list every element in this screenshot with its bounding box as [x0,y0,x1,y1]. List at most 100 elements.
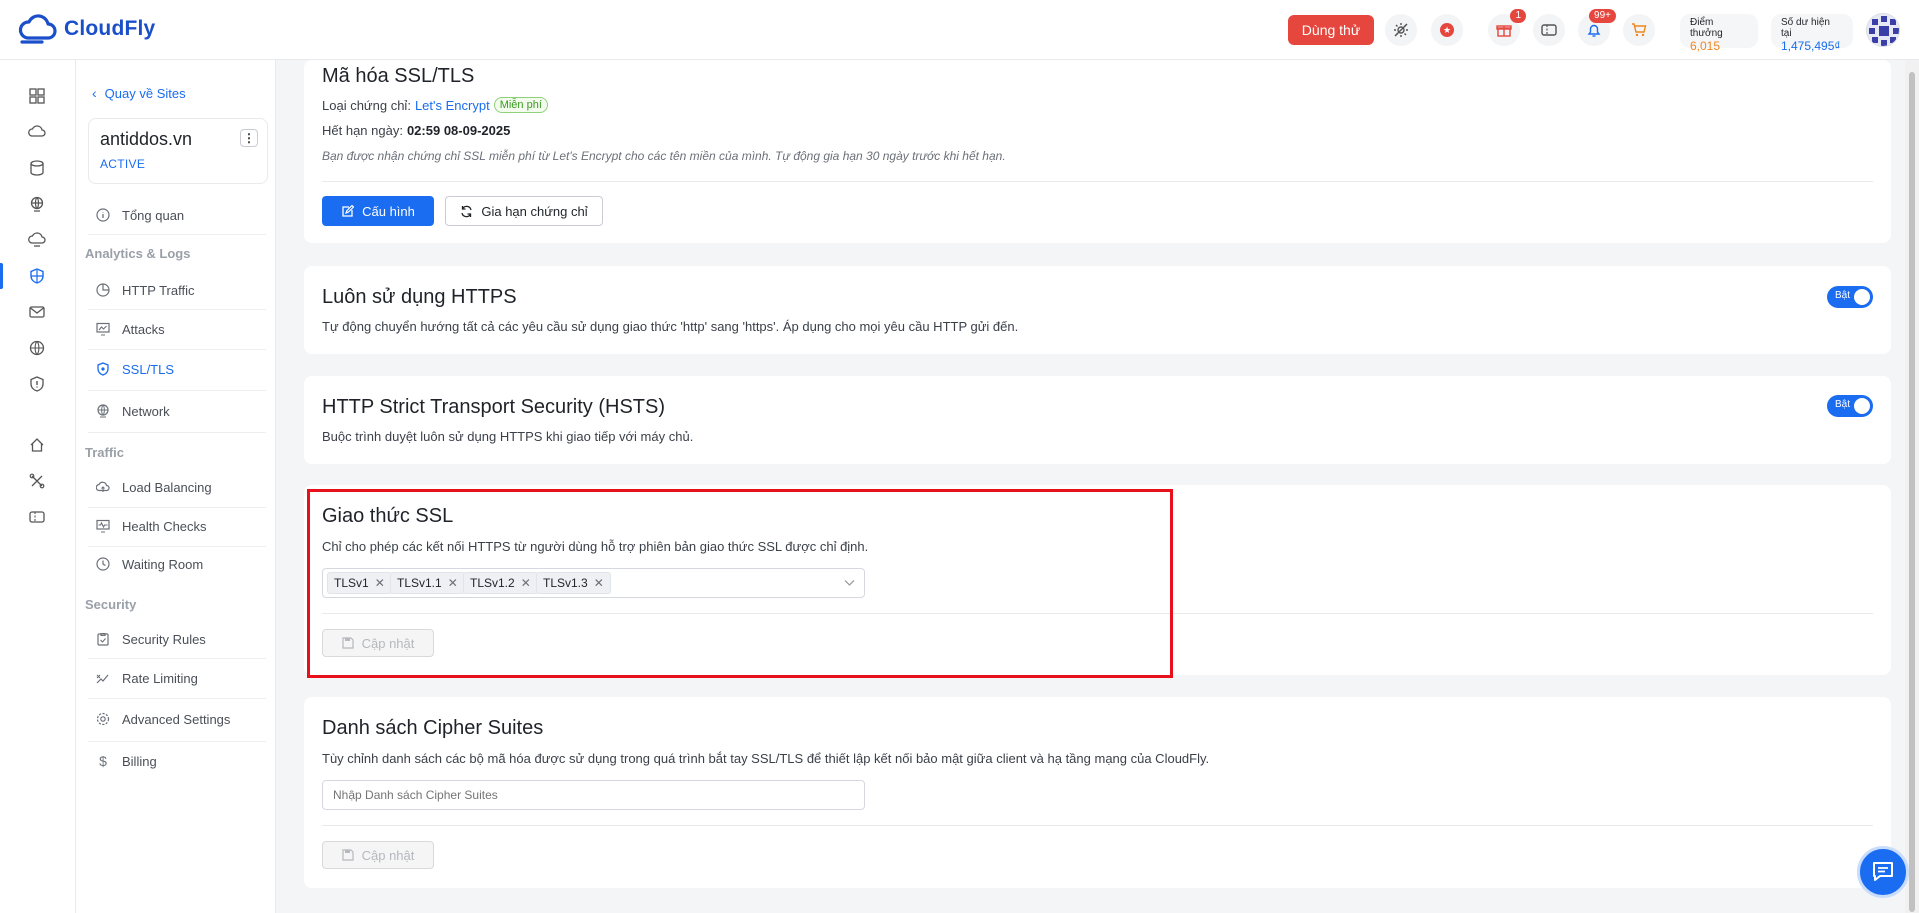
database-icon[interactable] [26,157,48,179]
toggle-label: Bật [1835,399,1851,410]
balance-value: 1,475,495₫ [1781,39,1841,53]
cart-icon[interactable] [1623,14,1655,46]
hsts-card-title: HTTP Strict Transport Security (HSTS) [322,396,666,418]
renew-certificate-button[interactable]: Gia hạn chứng chỉ [445,196,603,226]
shield-globe-icon[interactable] [26,265,48,287]
cdn-cloud-icon[interactable] [26,229,48,251]
bell-icon[interactable]: 99+ [1578,9,1616,46]
user-avatar[interactable] [1866,13,1900,47]
cipher-update-button[interactable]: Cập nhật [322,841,434,869]
hsts-card: HTTP Strict Transport Security (HSTS) Bu… [304,376,1891,464]
always-https-toggle[interactable]: Bật [1827,286,1873,308]
update-label: Cập nhật [361,847,415,863]
site-name: antiddos.vn [100,129,193,149]
chat-bubble-icon [1873,862,1893,881]
sidebar-item-label: SSL/TLS [122,361,175,377]
sidebar-item-attacks[interactable]: Attacks [88,310,266,348]
reward-points[interactable]: Điểm thưởng 6,015 [1680,14,1758,53]
configure-button[interactable]: Cấu hình [322,196,434,226]
rate-limit-icon [96,674,109,684]
notification-badge: 99+ [1589,9,1616,23]
toggle-label: Bật [1835,290,1851,301]
sidebar-item-rate-limiting[interactable]: Rate Limiting [88,659,266,697]
hsts-toggle[interactable]: Bật [1827,395,1873,417]
expiry-row: Hết hạn ngày: 02:59 08-09-2025 [322,123,510,138]
expiry-label: Hết hạn ngày: [322,123,403,138]
refresh-icon [461,205,472,217]
trial-button[interactable]: Dùng thử [1288,15,1374,45]
sidebar-item-http-traffic[interactable]: HTTP Traffic [88,271,266,309]
expiry-value: 02:59 08-09-2025 [406,123,511,138]
cert-type-label: Loại chứng chỉ: [322,97,411,113]
status-dot-icon[interactable]: ★ [1431,14,1463,46]
tools-icon[interactable] [26,470,48,492]
sidebar-item-label: Network [122,403,170,419]
sidebar-item-load-balancing[interactable]: Load Balancing [88,468,266,506]
sidebar-item-waiting-room[interactable]: Waiting Room [88,545,266,583]
toggle-knob [1854,398,1870,414]
cipher-suites-input[interactable] [322,780,865,810]
chevron-left-icon: ‹ [92,85,97,101]
nav-divider [88,698,266,699]
toggle-knob [1854,289,1870,305]
info-icon [96,208,110,222]
cipher-card-title: Danh sách Cipher Suites [322,717,544,739]
ticket-icon[interactable] [1533,14,1565,46]
cloudfly-logo[interactable]: CloudFly [18,14,155,44]
cloud-server-icon[interactable] [26,121,48,143]
globe-icon[interactable] [26,193,48,215]
configure-label: Cấu hình [362,203,415,219]
back-to-sites-link[interactable]: ‹ Quay về Sites [92,85,186,101]
sidebar-item-ssl-tls[interactable]: SSL/TLS [88,350,266,388]
sidebar-item-health-checks[interactable]: Health Checks [88,507,266,545]
sidebar-item-network[interactable]: Network [88,392,266,430]
account-balance[interactable]: Số dư hiện tại 1,475,495₫ [1771,14,1853,53]
nav-group-analytics: Analytics & Logs [85,246,191,261]
gift-badge: 1 [1510,9,1526,23]
more-options-icon[interactable]: ⋮ [240,129,258,147]
security-shield-icon[interactable] [26,373,48,395]
www-icon[interactable] [26,337,48,359]
card-divider [322,825,1873,826]
ssl-encryption-card: Mã hóa SSL/TLS Loại chứng chỉ: Let's Enc… [304,60,1891,243]
theme-toggle-icon[interactable] [1385,14,1417,46]
sidebar-item-billing[interactable]: $ Billing [88,742,266,780]
clipboard-check-icon [97,632,109,646]
https-card-title: Luôn sử dụng HTTPS [322,286,517,308]
dollar-icon: $ [99,753,107,769]
ssl-card-title: Mã hóa SSL/TLS [322,65,475,87]
chat-support-button[interactable] [1857,846,1909,898]
sidebar-item-overview[interactable]: Tổng quan [88,196,266,234]
nav-divider [88,390,266,391]
home-dollar-icon[interactable] [26,434,48,456]
nav-divider [88,234,266,235]
sidebar-item-label: Attacks [122,321,165,337]
top-header: CloudFly Dùng thử ★ 1 99+ Điểm thưởng 6,… [0,0,1919,60]
network-globe-icon [97,404,109,418]
highlight-annotation-box [307,489,1173,678]
sidebar-item-security-rules[interactable]: Security Rules [88,620,266,658]
sidebar-item-label: HTTP Traffic [122,282,195,298]
clock-icon [96,557,110,571]
points-value: 6,015 [1690,39,1721,53]
coupon-icon[interactable] [26,506,48,528]
sidebar-item-label: Waiting Room [122,556,204,572]
logo-text: CloudFly [64,17,156,40]
nav-group-security: Security [85,597,137,612]
scrollbar-thumb[interactable] [1909,72,1915,912]
site-status: ACTIVE [100,157,146,171]
gift-icon[interactable]: 1 [1488,9,1526,46]
site-card: antiddos.vn ACTIVE ⋮ [88,118,268,184]
shield-icon [97,362,109,376]
gear-icon [96,712,110,726]
rail-active-indicator [0,263,3,289]
back-to-sites-label: Quay về Sites [104,85,186,101]
sidebar-item-advanced-settings[interactable]: Advanced Settings [88,700,266,738]
mail-icon[interactable] [26,301,48,323]
monitor-pulse-icon [96,519,110,533]
save-icon [342,849,354,861]
free-badge: Miễn phí [493,97,548,113]
dashboard-icon[interactable] [26,85,48,107]
cert-type-link[interactable]: Let's Encrypt [415,98,490,113]
cloud-upload-icon [96,481,110,492]
